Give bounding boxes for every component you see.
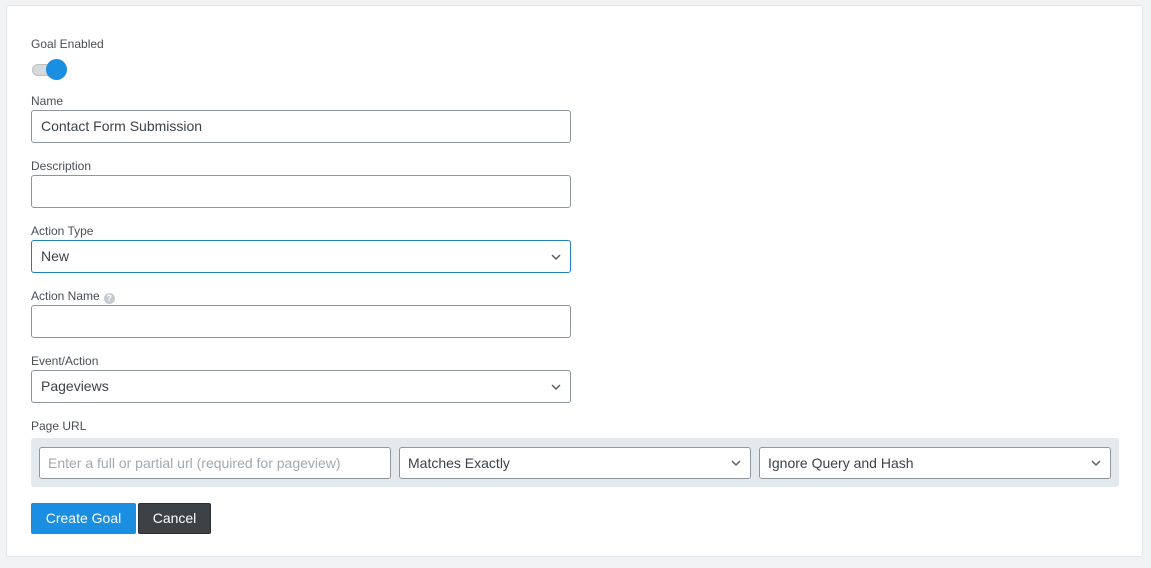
create-goal-button[interactable]: Create Goal (31, 503, 136, 534)
query-hash-value: Ignore Query and Hash (768, 455, 914, 471)
action-name-label-text: Action Name (31, 289, 100, 303)
name-label: Name (31, 94, 64, 108)
cancel-button[interactable]: Cancel (138, 503, 211, 534)
action-name-label: Action Name? (31, 289, 115, 304)
action-type-value: New (41, 248, 70, 264)
action-type-label: Action Type (31, 224, 94, 238)
action-type-select[interactable]: New (31, 240, 571, 273)
page-url-input[interactable]: Enter a full or partial url (required fo… (39, 447, 391, 479)
query-hash-select[interactable]: Ignore Query and Hash (759, 447, 1111, 479)
goal-enabled-toggle[interactable] (31, 59, 69, 81)
page-url-label: Page URL (31, 419, 87, 433)
description-input[interactable] (31, 175, 571, 208)
chevron-down-icon (731, 460, 741, 467)
page-url-row: Enter a full or partial url (required fo… (31, 438, 1119, 487)
match-type-value: Matches Exactly (408, 455, 510, 471)
toggle-knob (46, 59, 67, 80)
event-action-select[interactable]: Pageviews (31, 370, 571, 403)
match-type-select[interactable]: Matches Exactly (399, 447, 751, 479)
action-name-input[interactable] (31, 305, 571, 338)
event-action-value: Pageviews (41, 378, 109, 394)
event-action-label: Event/Action (31, 354, 99, 368)
description-label: Description (31, 159, 92, 173)
goal-enabled-label: Goal Enabled (31, 37, 104, 51)
chevron-down-icon (551, 384, 561, 391)
goal-form-card: Goal Enabled Name Contact Form Submissio… (6, 5, 1143, 557)
question-circle-icon[interactable]: ? (103, 293, 115, 304)
chevron-down-icon (1091, 460, 1101, 467)
name-input[interactable]: Contact Form Submission (31, 110, 571, 143)
chevron-down-icon (551, 254, 561, 261)
